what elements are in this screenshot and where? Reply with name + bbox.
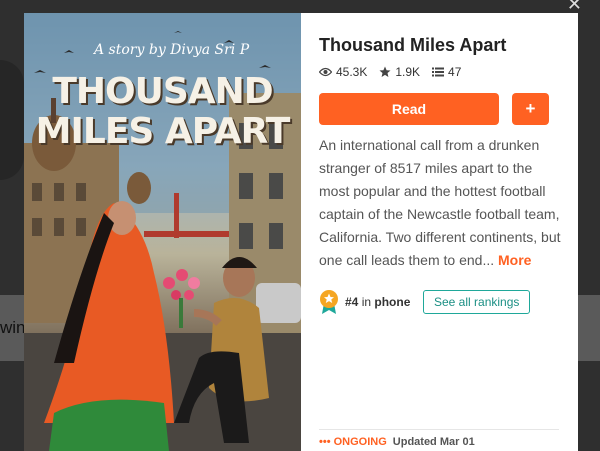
more-link[interactable]: More	[498, 252, 531, 268]
cover-byline: A story by Divya Sri P	[94, 42, 250, 58]
list-icon	[432, 67, 445, 77]
votes-stat: 1.9K	[379, 65, 420, 79]
updated-date: Updated Mar 01	[392, 436, 475, 448]
eye-icon	[319, 67, 332, 77]
story-info: Thousand Miles Apart 45.3K 1.9K 47 Read …	[319, 13, 561, 451]
medal-icon	[319, 289, 339, 315]
parts-count: 47	[448, 65, 462, 79]
star-icon	[379, 66, 391, 78]
rank-in: in	[361, 295, 372, 309]
ranking: #4 in phone	[319, 289, 410, 315]
story-cover[interactable]: A story by Divya Sri P THOUSAND MILES AP…	[24, 13, 301, 451]
ongoing-label: ONGOING	[333, 436, 387, 448]
story-preview-modal: A story by Divya Sri P THOUSAND MILES AP…	[24, 13, 578, 451]
cover-title-line1: THOUSAND	[52, 71, 273, 112]
parts-stat: 47	[432, 65, 461, 79]
story-status: ••• ONGOING Updated Mar 01	[319, 436, 475, 448]
rank-number: #4	[345, 295, 359, 309]
rank-tag[interactable]: phone	[374, 295, 410, 309]
votes-count: 1.9K	[395, 65, 421, 79]
reads-stat: 45.3K	[319, 65, 367, 79]
story-description: An international call from a drunken str…	[319, 134, 561, 272]
read-button[interactable]: Read	[319, 93, 499, 125]
description-text: An international call from a drunken str…	[319, 137, 561, 268]
ongoing-badge: ••• ONGOING	[319, 436, 387, 448]
backdrop-shape	[0, 60, 24, 180]
reads-count: 45.3K	[336, 65, 368, 79]
see-all-rankings-button[interactable]: See all rankings	[423, 290, 531, 314]
add-to-library-button[interactable]: +	[512, 93, 549, 125]
story-title[interactable]: Thousand Miles Apart	[319, 35, 506, 56]
cover-title-line2: MILES APART	[35, 111, 291, 152]
story-stats: 45.3K 1.9K 47	[319, 65, 461, 79]
footer-divider	[319, 429, 559, 430]
